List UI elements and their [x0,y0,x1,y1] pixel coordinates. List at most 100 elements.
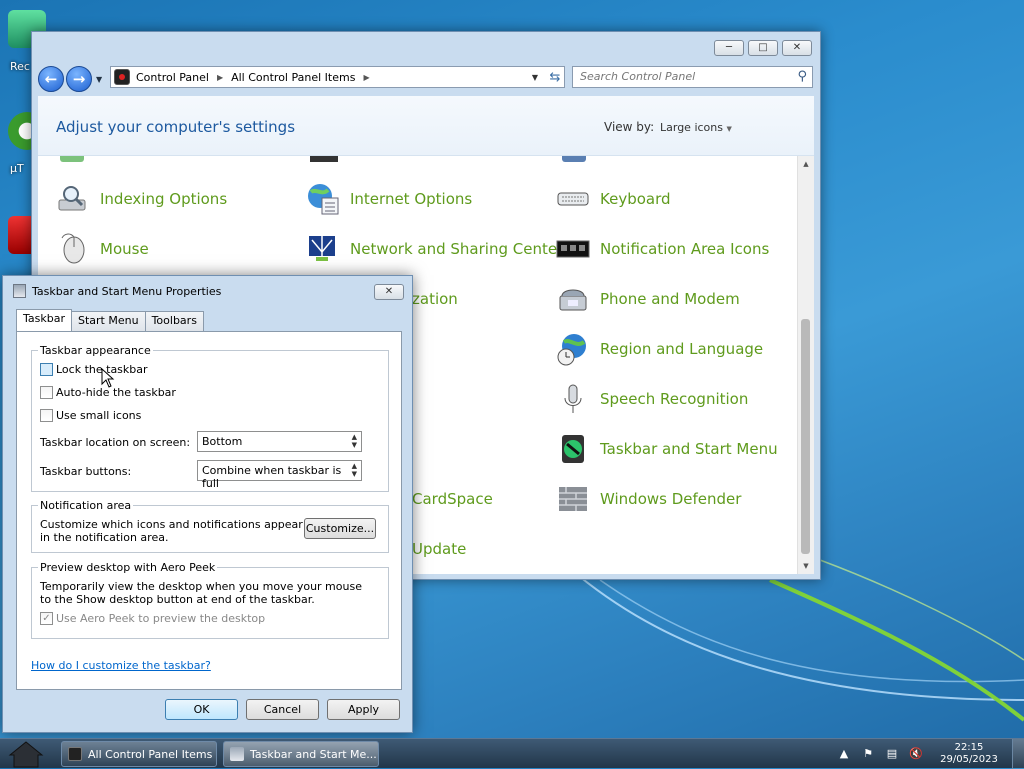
windows-defender-icon [559,487,587,511]
scroll-down-icon[interactable]: ▼ [798,558,814,574]
cp-item-label[interactable]: CardSpace [412,490,493,508]
small-icons-checkbox[interactable]: Use small icons [40,409,141,422]
checkbox-label[interactable]: Use small icons [56,409,141,422]
back-button[interactable]: ← [38,66,64,92]
checkbox-checked-icon[interactable]: ✓ [40,612,53,625]
system-clock[interactable]: 22:15 29/05/2023 [936,742,1002,766]
volume-muted-icon[interactable]: 🔇 [908,747,924,761]
cp-item-label[interactable]: Internet Options [350,190,472,208]
checkbox-label[interactable]: Use Aero Peek to preview the desktop [56,612,265,625]
control-panel-header: Adjust your computer's settings View by:… [38,96,814,156]
breadcrumb-control-panel[interactable]: Control Panel [136,71,209,84]
breadcrumb-separator-icon[interactable]: ▶ [363,73,369,82]
cp-item-mouse[interactable]: Mouse [56,231,149,267]
checkbox-box[interactable] [40,386,53,399]
dialog-close-button[interactable]: ✕ [374,284,404,300]
customize-button[interactable]: Customize... [304,518,376,539]
breadcrumb-all-items[interactable]: All Control Panel Items [231,71,355,84]
start-button-home-icon[interactable] [6,739,46,769]
address-bar[interactable]: Control Panel ▶ All Control Panel Items … [110,66,565,88]
taskbar: All Control Panel Items Taskbar and Star… [0,738,1024,769]
view-by-dropdown[interactable]: Large icons ▼ [660,121,732,134]
refresh-icon[interactable]: ⇆ [544,70,566,85]
cp-item-label[interactable]: Phone and Modem [600,290,740,308]
cp-item-phone-modem[interactable]: Phone and Modem [556,281,740,317]
select-spinner-icon[interactable]: ▲ ▼ [352,433,357,449]
cp-item-label[interactable]: Network and Sharing Center [350,240,563,258]
cp-item-label[interactable]: Update [412,540,466,558]
select-spinner-icon[interactable]: ▲ ▼ [352,462,357,478]
checkbox-label[interactable]: Auto-hide the taskbar [56,386,176,399]
cancel-button[interactable]: Cancel [246,699,319,720]
cp-item-windows-defender[interactable]: Windows Defender [556,481,741,517]
minimize-button[interactable]: ─ [714,40,744,56]
scroll-up-icon[interactable]: ▲ [798,156,814,172]
control-panel-icon [68,747,82,761]
vertical-scrollbar[interactable]: ▲ ▼ [797,156,814,574]
search-placeholder: Search Control Panel [580,70,696,83]
cp-item-speech-recognition[interactable]: Speech Recognition [556,381,748,417]
taskbar-button-label[interactable]: All Control Panel Items [88,748,212,761]
scrollbar-thumb[interactable] [801,319,810,554]
cp-item-label[interactable]: Region and Language [600,340,763,358]
taskbar-button-taskbar-properties[interactable]: Taskbar and Start Me... [223,741,379,767]
checkbox-box[interactable] [40,363,53,376]
taskbar-properties-icon [230,747,244,761]
cp-item-label[interactable]: zation [412,290,458,308]
phone-modem-icon [559,289,587,311]
tab-start-menu[interactable]: Start Menu [71,311,146,331]
cp-item-region-language[interactable]: Region and Language [556,331,763,367]
lock-taskbar-checkbox[interactable]: Lock the taskbar [40,363,148,376]
cp-item-personalization-partial[interactable]: zation [412,281,458,317]
taskbar-button-control-panel[interactable]: All Control Panel Items [61,741,217,767]
breadcrumb-separator-icon[interactable]: ▶ [217,73,223,82]
forward-button[interactable]: → [66,66,92,92]
help-link[interactable]: How do I customize the taskbar? [31,659,211,672]
clock-time[interactable]: 22:15 [936,742,1002,754]
cp-item-label[interactable]: Speech Recognition [600,390,748,408]
cp-item-label[interactable]: Notification Area Icons [600,240,769,258]
cp-item-cardspace-partial[interactable]: CardSpace [412,481,493,517]
close-button[interactable]: ✕ [782,40,812,56]
action-center-flag-icon[interactable]: ⚑ [860,747,876,761]
tab-taskbar[interactable]: Taskbar [16,309,72,331]
view-by-label: View by: [604,120,655,134]
show-desktop-button[interactable] [1012,739,1024,769]
cp-item-label[interactable]: Windows Defender [600,490,741,508]
cp-item-indexing-options[interactable]: Indexing Options [56,181,227,217]
maximize-button[interactable]: □ [748,40,778,56]
taskbar-button-label[interactable]: Taskbar and Start Me... [250,748,377,761]
group-title: Taskbar appearance [38,344,153,357]
cp-item-internet-options[interactable]: Internet Options [306,181,472,217]
aero-peek-checkbox[interactable]: ✓ Use Aero Peek to preview the desktop [40,612,265,625]
location-select[interactable]: Bottom ▲ ▼ [197,431,362,452]
show-hidden-icons-icon[interactable]: ▲ [836,747,852,761]
chevron-down-icon[interactable]: ▼ [726,125,731,133]
ok-button[interactable]: OK [165,699,238,720]
checkbox-box[interactable] [40,409,53,422]
cp-item-label[interactable]: Mouse [100,240,149,258]
cp-item-windows-update-partial[interactable]: Update [412,531,466,567]
taskbar-start-menu-icon [562,435,584,463]
cp-item-label[interactable]: Indexing Options [100,190,227,208]
cp-item-keyboard[interactable]: Keyboard [556,181,671,217]
address-dropdown-icon[interactable]: ▼ [532,73,538,82]
cp-item-label[interactable]: Keyboard [600,190,671,208]
internet-options-icon [308,184,339,215]
cp-item-network-sharing[interactable]: Network and Sharing Center [306,231,563,267]
desktop-icon-label: Rec [10,60,30,73]
cp-item-notification-area-icons[interactable]: Notification Area Icons [556,231,769,267]
search-icon[interactable]: ⚲ [797,69,807,84]
recent-pages-dropdown[interactable]: ▼ [96,75,106,84]
cp-item-label[interactable]: Taskbar and Start Menu [600,440,778,458]
tab-toolbars[interactable]: Toolbars [144,311,204,331]
search-input[interactable]: Search Control Panel ⚲ [572,66,813,88]
cp-item-taskbar-start-menu[interactable]: Taskbar and Start Menu [556,431,778,467]
select-value[interactable]: Bottom [202,435,242,448]
apply-button[interactable]: Apply [327,699,400,720]
mouse-icon [61,233,85,264]
buttons-select[interactable]: Combine when taskbar is full ▲ ▼ [197,460,362,490]
network-icon[interactable]: ▤ [884,747,900,761]
view-by-value[interactable]: Large icons [660,121,723,134]
clock-date[interactable]: 29/05/2023 [936,754,1002,766]
